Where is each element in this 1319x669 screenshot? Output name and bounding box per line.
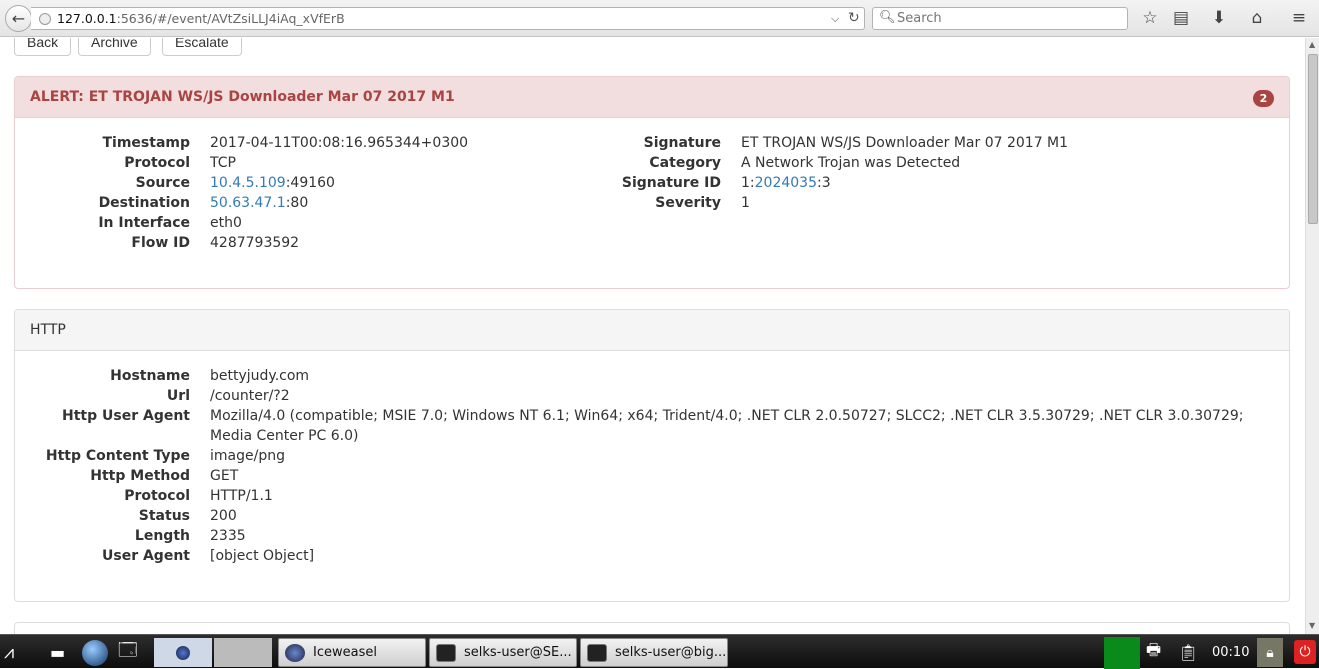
http-protocol-label: Protocol (124, 488, 190, 504)
search-input[interactable] (897, 9, 1117, 28)
protocol-label: Protocol (124, 155, 190, 171)
task-iceweasel[interactable]: Iceweasel (278, 638, 426, 667)
url-text: 127.0.0.1:5636/#/event/AVtZsiLLJ4iAq_xVf… (57, 11, 345, 26)
power-icon[interactable]: ⏻ (1294, 640, 1316, 664)
task-terminal-1-label: selks-user@SE... (464, 645, 572, 660)
task-iceweasel-label: Iceweasel (313, 645, 377, 660)
timestamp-label: Timestamp (102, 135, 190, 151)
length-link[interactable]: 2335 (210, 526, 246, 546)
back-button[interactable]: Back (14, 38, 72, 56)
home-icon[interactable]: ⌂ (1246, 7, 1268, 29)
arrow-left-icon: ← (11, 9, 26, 28)
file-manager-icon[interactable]: 🗔︎ (118, 638, 138, 667)
http-list: Hostname bettyjudy.com Url/counter/?2 Htt… (15, 366, 1285, 566)
source-label: Source (135, 175, 190, 191)
timestamp-value[interactable]: 2017-04-11T00:08:16.965344+0300 (210, 133, 468, 153)
signature-id-label: Signature ID (621, 175, 721, 191)
http-panel: HTTP Hostname bettyjudy.com Url/counter/?… (14, 309, 1290, 602)
http-protocol-link[interactable]: HTTP/1.1 (210, 486, 273, 506)
hostname-label: Hostname (110, 368, 190, 384)
start-menu-icon[interactable]: ⩘ (4, 638, 14, 667)
scrollbar-thumb[interactable] (1308, 54, 1318, 224)
signature-label: Signature (643, 135, 721, 151)
category-link[interactable]: A Network Trojan was Detected (741, 153, 960, 173)
search-bar[interactable]: 🔍︎ (872, 7, 1128, 30)
menu-icon[interactable]: ≡ (1288, 7, 1310, 29)
user-agent-line2[interactable]: Media Center PC 6.0) (210, 426, 358, 446)
source-ip-link[interactable]: 10.4.5.109 (210, 175, 286, 191)
alert-title: ALERT: ET TROJAN WS/JS Downloader Mar 07… (15, 77, 1289, 118)
clock: 00:10 (1212, 645, 1250, 660)
next-panel (14, 622, 1290, 634)
workspace-2[interactable] (214, 638, 272, 667)
method-label: Http Method (90, 468, 190, 484)
alert-count-badge: 2 (1253, 90, 1274, 107)
web-browser-launcher-icon[interactable] (82, 638, 108, 667)
content-type-link[interactable]: image/png (210, 446, 285, 466)
sid-suffix: :3 (816, 175, 831, 191)
terminal-icon (587, 643, 607, 662)
signature-id-link[interactable]: 2024035 (755, 175, 817, 191)
in-interface-value: eth0 (210, 215, 242, 231)
hostname-link[interactable]: bettyjudy.com (210, 366, 309, 386)
protocol-value: TCP (210, 155, 236, 171)
task-terminal-1[interactable]: selks-user@SE... (429, 638, 577, 667)
ua-object-link[interactable]: [object Object] (210, 546, 314, 566)
active-workspace-icon[interactable] (154, 638, 212, 667)
scroll-down-icon[interactable]: ▼ (1309, 621, 1315, 630)
clipboard-tray-icon[interactable]: 📋︎ (1178, 638, 1198, 667)
terminal-icon (436, 643, 456, 662)
browser-toolbar: ← 127.0.0.1:5636/#/event/AVtZsiLLJ4iAq_x… (0, 0, 1319, 37)
destination-ip-link[interactable]: 50.63.47.1 (210, 195, 286, 211)
task-terminal-2[interactable]: selks-user@big... (580, 638, 728, 667)
destination-label: Destination (98, 195, 190, 211)
reload-icon[interactable]: ↻ (848, 8, 860, 29)
download-icon[interactable]: ⬇ (1208, 7, 1230, 29)
signature-link[interactable]: ET TROJAN WS/JS Downloader Mar 07 2017 M… (741, 133, 1068, 153)
page-scrollbar[interactable]: ▲ ▼ (1305, 38, 1319, 634)
severity-value: 1 (741, 195, 750, 211)
chevron-down-icon[interactable]: ⌵ (831, 8, 839, 29)
method-link[interactable]: GET (210, 466, 238, 486)
ua-object-label: User Agent (102, 548, 190, 564)
content-type-label: Http Content Type (45, 448, 190, 464)
os-taskbar: ⩘ ▬ 🗔︎ Iceweasel selks-user@SE... selks-… (0, 634, 1319, 669)
show-desktop-icon[interactable]: ▬ (50, 638, 65, 667)
flow-id-label: Flow ID (131, 235, 190, 251)
sid-prefix: 1: (741, 175, 755, 191)
status-link[interactable]: 200 (210, 506, 237, 526)
globe-icon (39, 13, 51, 25)
alert-right-list: Signature ET TROJAN WS/JS Downloader Mar … (555, 133, 1155, 213)
browser-back-button[interactable]: ← (5, 5, 32, 32)
severity-label: Severity (655, 195, 721, 211)
status-label: Status (138, 508, 190, 524)
category-label: Category (649, 155, 721, 171)
page-content: Back Archive Escalate ALERT: ET TROJAN W… (0, 38, 1305, 634)
in-interface-label: In Interface (98, 215, 190, 231)
bookmark-star-icon[interactable]: ☆ (1139, 7, 1161, 29)
url-label: Url (166, 388, 190, 404)
flow-id-link[interactable]: 4287793592 (210, 233, 299, 253)
url-bar[interactable]: 127.0.0.1:5636/#/event/AVtZsiLLJ4iAq_xVf… (31, 7, 865, 30)
alert-panel: ALERT: ET TROJAN WS/JS Downloader Mar 07… (14, 76, 1290, 289)
task-terminal-2-label: selks-user@big... (615, 645, 727, 660)
iceweasel-icon (285, 643, 305, 662)
escalate-button[interactable]: Escalate (162, 38, 242, 56)
scroll-up-icon[interactable]: ▲ (1309, 40, 1315, 49)
user-agent-line1[interactable]: Mozilla/4.0 (compatible; MSIE 7.0; Windo… (210, 406, 1244, 426)
alert-left-list: Timestamp 2017-04-11T00:08:16.965344+0300… (15, 133, 615, 253)
archive-button[interactable]: Archive (78, 38, 151, 56)
http-title: HTTP (15, 310, 1289, 351)
url-link[interactable]: /counter/?2 (210, 386, 290, 406)
display-tray-icon[interactable]: 🖶︎ (1146, 638, 1161, 667)
destination-port: :80 (285, 195, 309, 211)
network-tray-icon[interactable] (1104, 637, 1140, 669)
source-port: :49160 (285, 175, 335, 191)
reading-list-icon[interactable]: ▤ (1170, 7, 1192, 29)
user-agent-label: Http User Agent (62, 408, 190, 424)
lock-screen-icon[interactable]: 🔒︎ (1257, 638, 1283, 667)
search-icon: 🔍︎ (879, 10, 896, 25)
length-label: Length (134, 528, 190, 544)
